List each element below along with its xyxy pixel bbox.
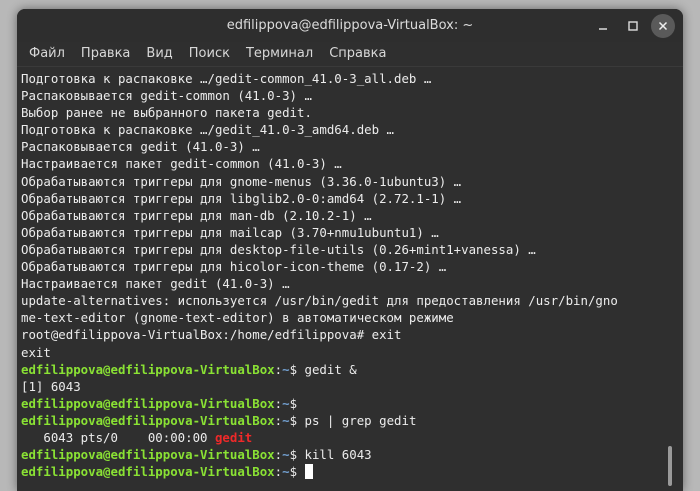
terminal-line: Подготовка к распаковке …/gedit-common_4… [21, 71, 432, 86]
prompt-dollar: $ [289, 464, 298, 480]
prompt-colon: : [274, 395, 283, 411]
terminal-line: Обрабатываются триггеры для man-db (2.10… [21, 207, 372, 223]
prompt-path: ~ [282, 412, 290, 428]
close-button[interactable] [651, 14, 675, 38]
terminal-line: Выбор ранее не выбранного пакета gedit. [21, 105, 312, 121]
prompt-user-host: edfilippova@edfilippova-VirtualBox [21, 395, 275, 411]
prompt-dollar: $ [289, 395, 298, 411]
terminal-output: Подготовка к распаковке …/gedit-common_4… [21, 70, 667, 480]
menu-terminal[interactable]: Терминал [238, 42, 321, 66]
prompt-colon: : [274, 412, 283, 428]
prompt-user-host: edfilippova@edfilippova-VirtualBox [21, 361, 275, 377]
terminal-line: Обрабатываются триггеры для desktop-file… [21, 241, 536, 257]
prompt-path: ~ [282, 361, 290, 377]
terminal-line: Настраивается пакет gedit-common (41.0-3… [21, 156, 342, 172]
prompt-line: edfilippova@edfilippova-VirtualBox:~$ ki… [21, 446, 667, 463]
scrollbar-thumb[interactable] [668, 446, 672, 486]
terminal-line: Распаковывается gedit-common (41.0-3) … [21, 88, 312, 104]
menu-bar: Файл Правка Вид Поиск Терминал Справка [17, 42, 683, 66]
grep-match: gedit [214, 429, 253, 445]
terminal-line: me-text-editor (gnome-text-editor) в авт… [21, 310, 454, 326]
terminal-line: exit [21, 344, 51, 360]
prompt-line: edfilippova@edfilippova-VirtualBox:~$ ge… [21, 361, 667, 378]
menu-edit[interactable]: Правка [73, 42, 138, 66]
minimize-icon [599, 28, 607, 30]
command-text: gedit & [297, 361, 357, 377]
prompt-colon: : [274, 464, 283, 480]
prompt-path: ~ [282, 447, 290, 463]
terminal-line: Подготовка к распаковке …/gedit_41.0-3_a… [21, 122, 394, 138]
command-text: kill 6043 [297, 447, 372, 463]
terminal-line: Обрабатываются триггеры для mailcap (3.7… [21, 224, 439, 240]
menu-view[interactable]: Вид [138, 42, 180, 66]
prompt-dollar: $ [289, 447, 298, 463]
menu-help[interactable]: Справка [321, 42, 394, 66]
prompt-dollar: $ [289, 412, 298, 428]
prompt-line: edfilippova@edfilippova-VirtualBox:~$ ps… [21, 412, 667, 429]
prompt-user-host: edfilippova@edfilippova-VirtualBox [21, 447, 275, 463]
command-text: ps | grep gedit [297, 412, 417, 428]
terminal-window: edfilippova@edfilippova-VirtualBox: ~ Фа… [17, 9, 683, 491]
minimize-button[interactable] [591, 14, 615, 38]
terminal-line: Обрабатываются триггеры для libglib2.0-0… [21, 190, 462, 206]
terminal-line: root@edfilippova-VirtualBox:/home/edfili… [21, 327, 402, 343]
title-bar[interactable]: edfilippova@edfilippova-VirtualBox: ~ [17, 9, 683, 42]
prompt-dollar: $ [289, 361, 298, 377]
menu-file[interactable]: Файл [21, 42, 73, 66]
terminal-line: Настраивается пакет gedit (41.0-3) … [21, 276, 290, 292]
maximize-button[interactable] [621, 14, 645, 38]
prompt-colon: : [274, 361, 283, 377]
ps-process-info: 6043 pts/0 00:00:00 [21, 429, 215, 445]
prompt-user-host: edfilippova@edfilippova-VirtualBox [21, 412, 275, 428]
menu-search[interactable]: Поиск [181, 42, 238, 66]
prompt-line: edfilippova@edfilippova-VirtualBox:~$ [21, 395, 667, 412]
terminal-line: Распаковывается gedit (41.0-3) … [21, 139, 260, 155]
window-controls [585, 14, 675, 38]
terminal-line: Обрабатываются триггеры для gnome-menus … [21, 173, 462, 189]
text-cursor [304, 464, 313, 480]
terminal-line: Обрабатываются триггеры для hicolor-icon… [21, 259, 447, 275]
command-text [297, 464, 304, 479]
terminal-area[interactable]: Подготовка к распаковке …/gedit-common_4… [17, 66, 683, 491]
maximize-icon [628, 21, 638, 31]
terminal-line: update-alternatives: используется /usr/b… [21, 293, 618, 309]
window-title: edfilippova@edfilippova-VirtualBox: ~ [226, 18, 474, 33]
prompt-path: ~ [282, 464, 290, 480]
prompt-colon: : [274, 447, 283, 463]
terminal-line: [1] 6043 [21, 378, 81, 394]
close-icon [658, 21, 668, 31]
ps-output-line: 6043 pts/0 00:00:00 gedit [21, 429, 667, 446]
prompt-user-host: edfilippova@edfilippova-VirtualBox [21, 464, 275, 480]
active-prompt-line[interactable]: edfilippova@edfilippova-VirtualBox:~$ [21, 463, 667, 480]
prompt-path: ~ [282, 395, 290, 411]
